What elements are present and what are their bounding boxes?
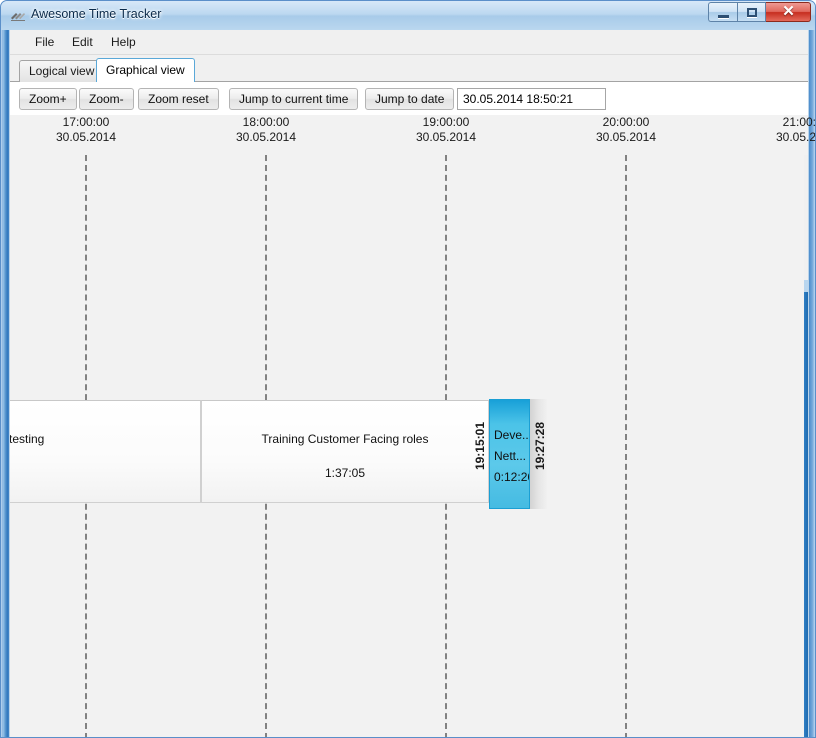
date-input[interactable]: 30.05.2014 18:50:21 bbox=[457, 88, 606, 110]
client-inner: File Edit Help Logical view Graphical vi… bbox=[10, 30, 815, 737]
timeline-ruler: 17:00:00 30.05.2014 18:00:00 30.05.2014 … bbox=[10, 115, 815, 155]
activity-name: Training Customer Facing roles bbox=[261, 432, 429, 446]
ruler-tick-3: 20:00:00 30.05.2014 bbox=[566, 115, 686, 145]
ruler-tick-0: 17:00:00 30.05.2014 bbox=[26, 115, 146, 145]
minimize-icon bbox=[718, 15, 729, 18]
zoom-in-button[interactable]: Zoom+ bbox=[19, 88, 77, 110]
application-window: Awesome Time Tracker ✕ File Edit Help Lo… bbox=[0, 0, 816, 738]
close-button[interactable]: ✕ bbox=[766, 2, 811, 22]
zoom-reset-button[interactable]: Zoom reset bbox=[138, 88, 219, 110]
jump-to-date-button[interactable]: Jump to date bbox=[365, 88, 455, 110]
menu-item-edit[interactable]: Edit bbox=[65, 34, 100, 51]
activity-name: testing bbox=[10, 432, 45, 446]
activity-block-active[interactable]: Deve... Nett... 0:12:26 bbox=[489, 399, 530, 509]
activity-block-training[interactable]: Training Customer Facing roles 1:37:05 bbox=[201, 400, 489, 503]
vertical-scrollbar-thumb[interactable] bbox=[804, 292, 808, 737]
activity-end-time: 19:27:28 bbox=[533, 422, 547, 471]
vertical-scrollbar-track[interactable] bbox=[804, 155, 808, 737]
ruler-tick-time: 18:00:00 bbox=[242, 115, 290, 129]
vertical-scrollbar-cap bbox=[804, 280, 808, 292]
tab-logical-view[interactable]: Logical view bbox=[19, 60, 105, 82]
maximize-icon bbox=[747, 8, 757, 17]
activity-row: testing Training Customer Facing roles 1… bbox=[10, 399, 808, 510]
activity-name-line2: Nett... bbox=[494, 449, 527, 463]
minimize-button[interactable] bbox=[708, 2, 737, 22]
ruler-tick-date: 30.05.2014 bbox=[775, 130, 816, 144]
maximize-button[interactable] bbox=[737, 2, 766, 22]
ruler-tick-time: 20:00:00 bbox=[602, 115, 650, 129]
activity-duration: 1:37:05 bbox=[324, 466, 366, 480]
app-icon bbox=[10, 9, 26, 25]
activity-duration: 0:12:26 bbox=[494, 470, 529, 484]
ruler-tick-date: 30.05.2014 bbox=[235, 130, 297, 144]
ruler-tick-time: 21:00:00 bbox=[782, 115, 816, 129]
timeline-canvas[interactable]: testing Training Customer Facing roles 1… bbox=[10, 155, 808, 737]
menu-item-file[interactable]: File bbox=[28, 34, 61, 51]
tab-strip: Logical view Graphical view bbox=[10, 54, 808, 82]
menu-bar: File Edit Help bbox=[10, 30, 808, 55]
activity-block-testing[interactable]: testing bbox=[10, 400, 201, 503]
title-bar: Awesome Time Tracker ✕ bbox=[1, 1, 815, 30]
close-icon: ✕ bbox=[782, 3, 795, 20]
toolbar: Zoom+ Zoom- Zoom reset Jump to current t… bbox=[10, 82, 808, 115]
jump-to-current-time-button[interactable]: Jump to current time bbox=[229, 88, 359, 110]
client-area: File Edit Help Logical view Graphical vi… bbox=[9, 30, 815, 737]
ruler-tick-4: 21:00:00 30.05.2014 bbox=[746, 115, 816, 145]
tab-graphical-view[interactable]: Graphical view bbox=[96, 58, 195, 82]
ruler-tick-date: 30.05.2014 bbox=[415, 130, 477, 144]
ruler-tick-time: 19:00:00 bbox=[422, 115, 470, 129]
activity-name-line1: Deve... bbox=[494, 428, 530, 442]
ruler-tick-1: 18:00:00 30.05.2014 bbox=[206, 115, 326, 145]
activity-start-time: 19:15:01 bbox=[473, 422, 487, 471]
menu-item-help[interactable]: Help bbox=[104, 34, 143, 51]
ruler-tick-date: 30.05.2014 bbox=[595, 130, 657, 144]
window-title: Awesome Time Tracker bbox=[31, 7, 162, 21]
zoom-out-button[interactable]: Zoom- bbox=[79, 88, 134, 110]
ruler-tick-time: 17:00:00 bbox=[62, 115, 110, 129]
ruler-tick-date: 30.05.2014 bbox=[55, 130, 117, 144]
ruler-tick-2: 19:00:00 30.05.2014 bbox=[386, 115, 506, 145]
window-left-border-inner bbox=[3, 30, 8, 737]
